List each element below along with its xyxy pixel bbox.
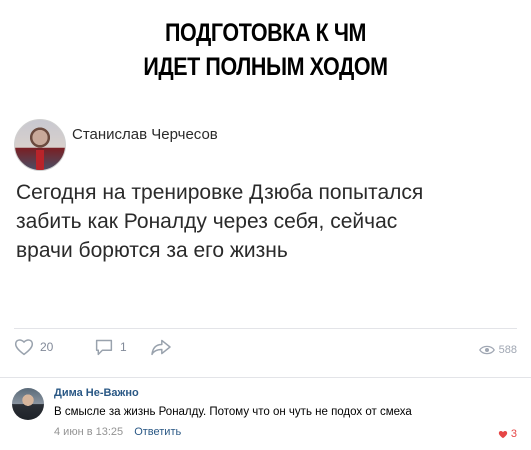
post-text: Сегодня на тренировке Дзюба попытался за… [16,178,516,265]
headline-line-2: ИДЕТ ПОЛНЫМ ХОДОМ [143,53,388,81]
comment-timestamp: 4 июн в 13:25 [54,426,124,438]
comment-count: 1 [120,340,127,354]
commenter-name[interactable]: Дима Не-Важно [54,387,139,399]
post-text-line-3: врачи борются за его жизнь [16,239,288,262]
comment-item: Дима Не-Важно В смысле за жизнь Роналду.… [0,380,531,450]
comment-button[interactable]: 1 [94,338,127,356]
like-button[interactable]: 20 [14,338,53,356]
avatar-tie-shape [36,150,44,170]
share-icon [151,339,171,356]
heart-icon [14,339,34,356]
share-button[interactable] [150,338,172,356]
post-divider [14,328,517,329]
comment-text: В смысле за жизнь Роналду. Потому что он… [54,406,412,418]
eye-icon [478,345,495,355]
comments-divider [0,377,531,378]
views-count: 588 [498,344,517,356]
commenter-avatar[interactable] [12,388,44,420]
post-text-line-1: Сегодня на тренировке Дзюба попытался [16,181,424,204]
reply-link[interactable]: Ответить [134,426,181,438]
headline-line-1: ПОДГОТОВКА К ЧМ [165,19,366,47]
post-author-name[interactable]: Станислав Черчесов [72,126,218,143]
heart-filled-icon [498,430,508,438]
views-counter: 588 [478,344,517,356]
comment-like-button[interactable]: 3 [498,428,517,440]
post-actions-bar: 20 1 588 [14,338,517,370]
author-avatar[interactable] [14,119,66,171]
like-count: 20 [40,340,54,354]
comment-icon [95,339,113,356]
post-text-line-2: забить как Роналду через себя, сейчас [16,210,398,233]
meme-headline: ПОДГОТОВКА К ЧМ ИДЕТ ПОЛНЫМ ХОДОМ [37,16,494,84]
comment-like-count: 3 [510,428,517,440]
comment-meta: 4 июн в 13:25 Ответить [54,426,181,438]
